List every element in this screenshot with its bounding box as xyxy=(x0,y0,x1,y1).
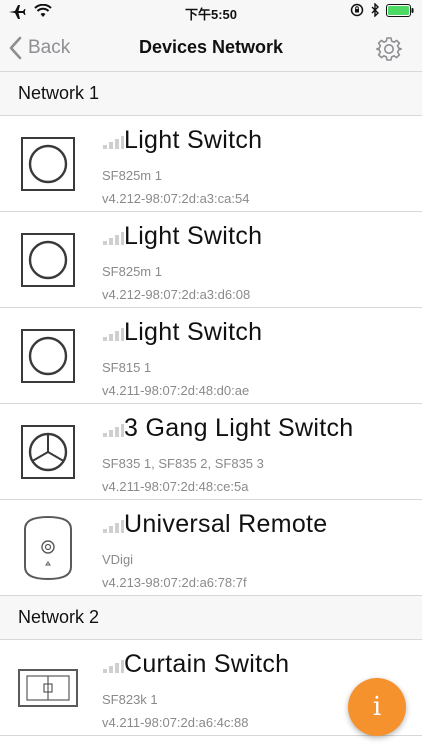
signal-strength-icon xyxy=(102,423,124,437)
signal-strength-icon xyxy=(102,519,124,533)
device-row[interactable]: Universal Remote VDigi v4.213-98:07:2d:a6:… xyxy=(0,500,422,596)
device-address: v4.212-98:07:2d:a3:d6:08 xyxy=(102,287,251,302)
device-name: 3 Gang Light Switch xyxy=(124,414,354,442)
section-header: Network 2 xyxy=(0,596,422,640)
info-button[interactable]: i xyxy=(348,678,406,736)
device-address: v4.212-98:07:2d:a3:ca:54 xyxy=(102,191,250,206)
device-address: v4.211-98:07:2d:48:d0:ae xyxy=(102,383,250,398)
status-right xyxy=(350,3,414,17)
device-name: Light Switch xyxy=(124,222,263,250)
switch-1-gang-icon xyxy=(16,134,80,194)
switch-3-gang-icon xyxy=(16,422,80,482)
signal-strength-icon xyxy=(102,135,124,149)
device-name: Curtain Switch xyxy=(124,650,290,678)
bluetooth-icon xyxy=(371,3,379,17)
device-row[interactable]: 3 Gang Light Switch SF835 1, SF835 2, SF8… xyxy=(0,404,422,500)
switch-1-gang-icon xyxy=(16,230,80,290)
device-name: Light Switch xyxy=(124,318,263,346)
signal-strength-icon xyxy=(102,231,124,245)
device-model: SF823k 1 xyxy=(102,692,158,707)
page-title: Devices Network xyxy=(138,37,284,57)
gear-icon[interactable] xyxy=(376,36,402,62)
device-model: SF825m 1 xyxy=(102,264,162,279)
device-row[interactable]: Light Switch SF825m 1 v4.212-98:07:2d:a3:d… xyxy=(0,212,422,308)
signal-strength-icon xyxy=(102,327,124,341)
device-address: v4.211-98:07:2d:a6:4c:88 xyxy=(102,715,249,730)
device-address: v4.211-98:07:2d:48:ce:5a xyxy=(102,479,249,494)
device-model: SF815 1 xyxy=(102,360,152,375)
device-model: SF835 1, SF835 2, SF835 3 xyxy=(102,456,264,471)
device-row[interactable]: Light Switch SF825m 1 v4.212-98:07:2d:a3:c… xyxy=(0,116,422,212)
device-address: v4.213-98:07:2d:a6:78:7f xyxy=(102,575,247,590)
status-bar: 下午5:50 xyxy=(0,0,422,24)
section-header: Network 1 xyxy=(0,72,422,116)
switch-1-gang-icon xyxy=(16,326,80,386)
battery-icon xyxy=(386,3,414,17)
device-model: SF825m 1 xyxy=(102,168,162,183)
device-name: Light Switch xyxy=(124,126,263,154)
curtain-switch-icon xyxy=(16,658,80,718)
device-list: Network 1 Light Switch SF825m 1 v4.212-98:0… xyxy=(0,72,422,736)
device-row[interactable]: Light Switch SF815 1 v4.211-98:07:2d:48:d0… xyxy=(0,308,422,404)
device-name: Universal Remote xyxy=(124,510,328,538)
remote-icon xyxy=(16,515,80,581)
signal-strength-icon xyxy=(102,659,124,673)
device-model: VDigi xyxy=(102,552,134,567)
orientation-lock-icon xyxy=(350,3,364,17)
nav-bar: Back Devices Network xyxy=(0,24,422,72)
